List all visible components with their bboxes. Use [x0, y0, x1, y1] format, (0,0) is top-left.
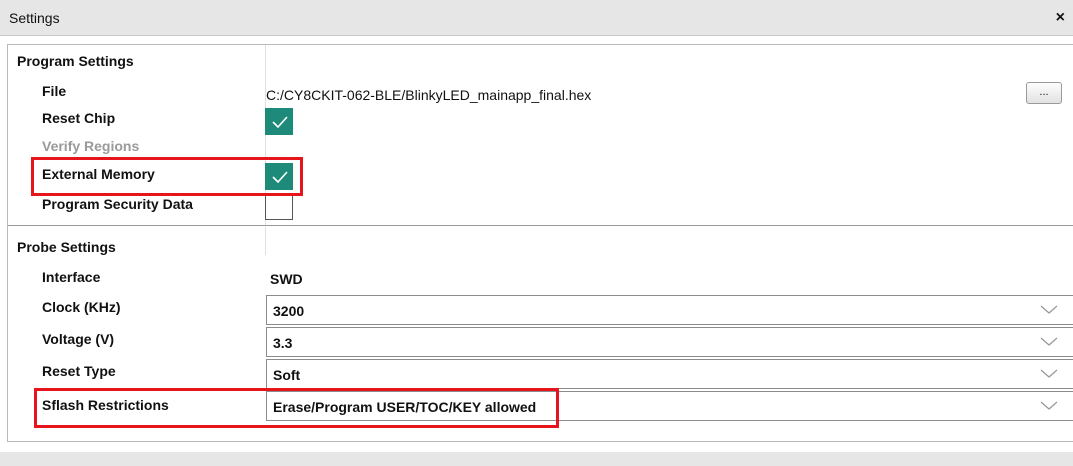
clock-select[interactable]: 3200	[266, 295, 1073, 325]
settings-title-bar: Settings ×	[0, 0, 1073, 36]
settings-panel: Program Settings File C:/CY8CKIT-062-BLE…	[7, 44, 1073, 442]
bottom-bar	[0, 452, 1073, 466]
sflash-restrictions-label: Sflash Restrictions	[42, 397, 169, 413]
chevron-down-icon	[1040, 369, 1058, 378]
browse-button[interactable]: ...	[1026, 82, 1062, 104]
program-settings-header: Program Settings	[17, 53, 134, 69]
external-memory-checkbox[interactable]	[265, 163, 293, 190]
clock-value: 3200	[273, 303, 305, 319]
sflash-restrictions-select[interactable]: Erase/Program USER/TOC/KEY allowed	[266, 391, 1073, 421]
reset-chip-label: Reset Chip	[42, 110, 116, 126]
interface-value: SWD	[270, 271, 303, 287]
probe-settings-header: Probe Settings	[17, 239, 116, 255]
reset-type-select[interactable]: Soft	[266, 359, 1073, 389]
group-divider	[8, 225, 1073, 226]
voltage-select[interactable]: 3.3	[266, 327, 1073, 357]
program-security-data-label: Program Security Data	[42, 196, 193, 212]
interface-label: Interface	[42, 269, 101, 285]
checkmark-icon	[272, 171, 288, 183]
sflash-restrictions-value: Erase/Program USER/TOC/KEY allowed	[273, 399, 537, 415]
reset-type-value: Soft	[273, 367, 301, 383]
reset-type-label: Reset Type	[42, 363, 116, 379]
clock-label: Clock (KHz)	[42, 299, 121, 315]
column-divider	[265, 227, 266, 255]
reset-chip-checkbox[interactable]	[265, 108, 293, 135]
chevron-down-icon	[1040, 305, 1058, 314]
verify-regions-label: Verify Regions	[42, 138, 140, 154]
file-label: File	[42, 83, 67, 99]
voltage-value: 3.3	[273, 335, 293, 351]
close-icon[interactable]: ×	[1056, 9, 1065, 27]
voltage-label: Voltage (V)	[42, 331, 115, 347]
program-security-data-checkbox[interactable]	[265, 193, 293, 220]
chevron-down-icon	[1040, 401, 1058, 410]
checkmark-icon	[272, 116, 288, 128]
external-memory-label: External Memory	[42, 166, 155, 182]
chevron-down-icon	[1040, 337, 1058, 346]
window-title: Settings	[9, 10, 60, 26]
file-path-value[interactable]: C:/CY8CKIT-062-BLE/BlinkyLED_mainapp_fin…	[266, 87, 591, 103]
